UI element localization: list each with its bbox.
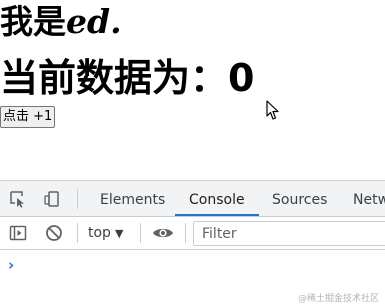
device-toolbar-icon[interactable] [42, 189, 62, 209]
counter-value: 0 [228, 56, 255, 100]
filter-input[interactable] [193, 221, 385, 246]
tab-network[interactable]: Netw [353, 181, 385, 216]
tab-sources[interactable]: Sources [272, 181, 327, 216]
tab-console[interactable]: Console [175, 181, 259, 216]
dropdown-caret-icon: ▼ [114, 227, 124, 240]
screenshot-root: 我是ed. 当前数据为：0 点击 +1 Elements Console Sou… [0, 0, 385, 308]
context-value: top [88, 225, 111, 241]
console-prompt-chevron[interactable]: › [8, 257, 14, 273]
tabbar-divider [77, 189, 78, 209]
context-selector[interactable]: top ▼ [88, 223, 123, 243]
console-toolbar: top ▼ [0, 217, 385, 250]
toolbar-divider-2 [140, 223, 141, 243]
counter-label: 当前数据为： [0, 56, 229, 100]
increment-button[interactable]: 点击 +1 [0, 106, 56, 128]
toolbar-divider-3 [185, 223, 186, 243]
page-title: 我是ed. [0, 2, 122, 42]
toolbar-divider [77, 223, 78, 243]
clear-console-icon[interactable] [44, 223, 64, 243]
title-prefix: 我是 [0, 2, 66, 41]
mouse-pointer-icon [266, 100, 279, 120]
tab-elements[interactable]: Elements [100, 181, 165, 216]
devtools-tabbar: Elements Console Sources Netw [0, 181, 385, 217]
devtools-panel: Elements Console Sources Netw top ▼ Filt… [0, 180, 385, 308]
show-sidebar-icon[interactable] [8, 223, 28, 243]
live-expression-eye-icon[interactable] [152, 223, 174, 243]
inspect-element-icon[interactable] [8, 189, 28, 209]
watermark-text: @稀土掘金技术社区 [297, 294, 379, 304]
counter-heading: 当前数据为：0 [0, 56, 254, 100]
title-name: ed. [66, 2, 122, 41]
